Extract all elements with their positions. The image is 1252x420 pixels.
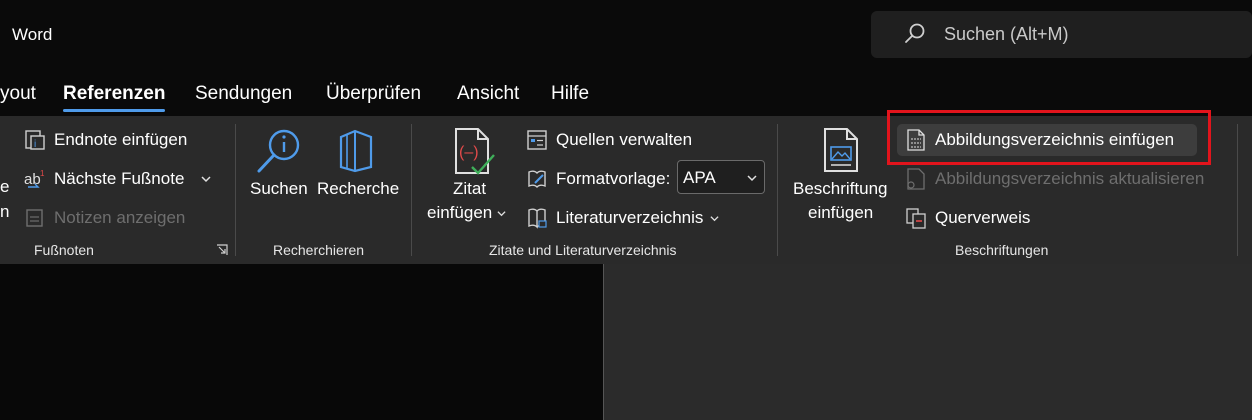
app-title: Word — [12, 25, 53, 44]
notes-icon — [26, 209, 43, 227]
cross-reference-icon — [906, 208, 926, 229]
tab-hilfe[interactable]: Hilfe — [551, 83, 589, 105]
partial-button-label-top[interactable]: e — [0, 175, 9, 199]
partial-button-label-bottom[interactable]: n — [0, 200, 9, 224]
insert-citation-label-line2: einfügen — [427, 203, 493, 222]
bibliography-label: Literaturverzeichnis — [556, 208, 704, 227]
tab-ansicht[interactable]: Ansicht — [457, 83, 519, 105]
cross-reference-button[interactable]: Querverweis — [905, 205, 1030, 231]
update-table-label: Abbildungsverzeichnis aktualisieren — [935, 169, 1205, 188]
insert-caption-label-line1[interactable]: Beschriftung — [793, 177, 888, 201]
researcher-button-label[interactable]: Recherche — [317, 177, 399, 201]
endnote-icon: i — [25, 130, 45, 150]
style-select-value: APA — [683, 168, 716, 187]
search-input-placeholder[interactable]: Suchen (Alt+M) — [944, 24, 1069, 45]
group-separator — [777, 124, 778, 256]
manage-sources-button[interactable]: Quellen verwalten — [526, 127, 692, 153]
group-label-citations: Zitate und Literaturverzeichnis — [489, 242, 677, 258]
style-label: Formatvorlage: — [556, 169, 671, 188]
insert-endnote-label: Endnote einfügen — [54, 130, 188, 149]
cross-reference-label: Querverweis — [935, 208, 1031, 227]
tab-referenzen[interactable]: Referenzen — [63, 83, 165, 105]
svg-text:1: 1 — [40, 169, 45, 178]
search-button-label[interactable]: Suchen — [250, 177, 308, 201]
dialog-launcher-icon[interactable] — [216, 244, 228, 256]
insert-caption-icon[interactable] — [821, 127, 861, 173]
next-footnote-icon: ab 1 — [24, 169, 45, 188]
group-label-captions: Beschriftungen — [955, 242, 1049, 258]
tab-sendungen[interactable]: Sendungen — [195, 83, 292, 105]
svg-text:i: i — [34, 139, 36, 150]
chevron-down-icon — [710, 215, 719, 221]
chevron-down-icon — [201, 176, 211, 183]
next-footnote-button[interactable]: ab 1 Nächste Fußnote — [24, 166, 212, 192]
active-tab-indicator — [63, 109, 165, 112]
manage-sources-label: Quellen verwalten — [556, 130, 693, 149]
group-label-footnotes: Fußnoten — [34, 242, 94, 258]
manage-sources-icon — [527, 130, 547, 150]
insert-citation-label-line1[interactable]: Zitat — [453, 177, 486, 201]
svg-text:(–): (–) — [459, 144, 479, 161]
bibliography-button[interactable]: Literaturverzeichnis — [526, 205, 720, 231]
insert-endnote-button[interactable]: i Endnote einfügen — [24, 127, 187, 153]
insert-citation-button[interactable]: einfügen — [427, 201, 507, 225]
tab-layout[interactable]: yout — [0, 83, 36, 105]
group-separator — [235, 124, 236, 256]
show-notes-button[interactable]: Notizen anzeigen — [24, 205, 185, 231]
group-separator — [1237, 124, 1238, 256]
researcher-icon[interactable] — [333, 127, 379, 173]
document-page[interactable] — [603, 264, 1252, 420]
insert-caption-label-line2[interactable]: einfügen — [808, 201, 873, 225]
group-separator — [411, 124, 412, 256]
bibliography-icon — [528, 208, 547, 229]
svg-text:ab: ab — [24, 171, 41, 188]
document-background — [0, 264, 603, 420]
chevron-down-icon — [747, 175, 757, 182]
search-magnifier-icon[interactable] — [254, 127, 302, 175]
group-label-research: Recherchieren — [273, 242, 365, 258]
search-icon — [905, 23, 925, 43]
tab-ueberpruefen[interactable]: Überprüfen — [326, 83, 421, 105]
style-label-group: Formatvorlage: — [526, 166, 670, 192]
show-notes-label: Notizen anzeigen — [54, 208, 186, 227]
update-table-button[interactable]: Abbildungsverzeichnis aktualisieren — [905, 166, 1204, 192]
style-select[interactable]: APA — [677, 160, 765, 194]
update-table-icon — [907, 168, 925, 190]
next-footnote-label: Nächste Fußnote — [54, 169, 185, 188]
style-book-icon — [528, 170, 546, 188]
highlight-annotation-box — [887, 110, 1211, 165]
insert-citation-icon[interactable]: (–) — [450, 127, 496, 177]
chevron-down-icon — [497, 210, 506, 216]
